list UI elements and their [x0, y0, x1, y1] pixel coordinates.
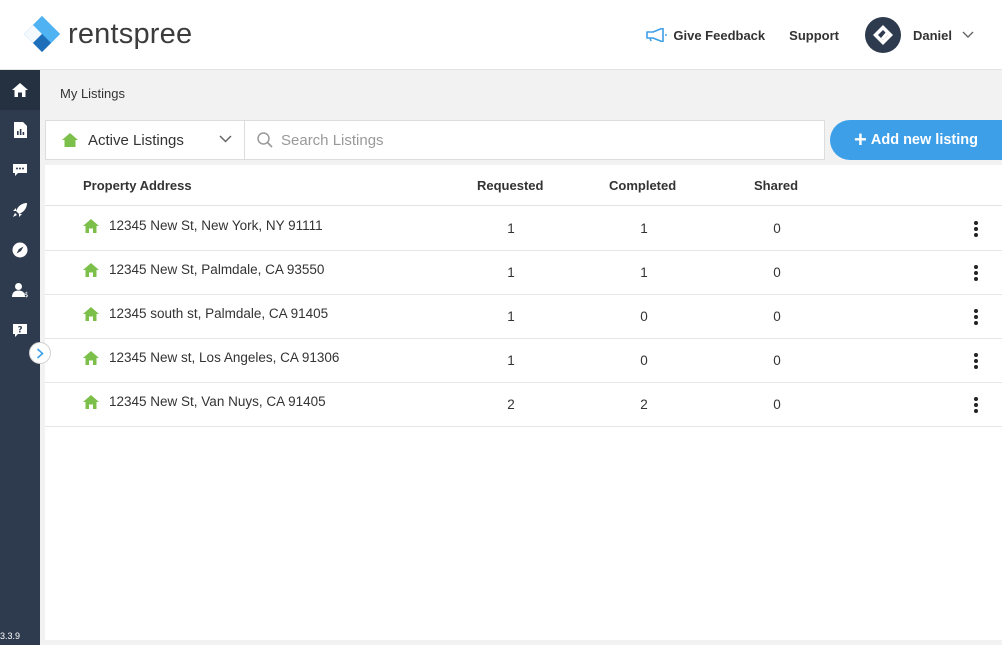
- chevron-down-icon: [219, 135, 232, 143]
- sidebar-item-boost[interactable]: [0, 190, 40, 230]
- property-address: 12345 New St, New York, NY 91111: [109, 218, 323, 233]
- home-icon: [12, 83, 28, 97]
- sidebar-item-agents[interactable]: $: [0, 270, 40, 310]
- completed-count: 1: [640, 221, 648, 236]
- column-header-completed[interactable]: Completed: [609, 178, 676, 193]
- property-address: 12345 New St, Van Nuys, CA 91405: [109, 394, 326, 409]
- give-feedback-label: Give Feedback: [673, 27, 766, 43]
- row-actions-menu-icon[interactable]: [972, 351, 980, 371]
- chat-icon: [13, 164, 27, 176]
- table-row[interactable]: 12345 New St, Palmdale, CA 93550 1 1 0: [45, 251, 1002, 295]
- completed-count: 0: [640, 353, 648, 368]
- listing-status-label: Active Listings: [88, 131, 184, 149]
- search-icon: [257, 132, 273, 148]
- column-header-shared[interactable]: Shared: [754, 178, 798, 193]
- property-address: 12345 New St, Palmdale, CA 93550: [109, 262, 325, 277]
- shared-count: 0: [773, 265, 781, 280]
- house-icon: [83, 394, 99, 409]
- listings-table: Property Address Requested Completed Sha…: [45, 165, 1002, 640]
- table-row[interactable]: 12345 New St, Van Nuys, CA 91405 2 2 0: [45, 383, 1002, 427]
- property-address-cell[interactable]: 12345 New St, New York, NY 91111: [83, 218, 323, 233]
- shared-count: 0: [773, 353, 781, 368]
- property-address: 12345 New st, Los Angeles, CA 91306: [109, 350, 340, 365]
- shared-count: 0: [773, 221, 781, 236]
- shared-count: 0: [773, 309, 781, 324]
- row-actions-menu-icon[interactable]: [972, 263, 980, 283]
- table-row[interactable]: 12345 New st, Los Angeles, CA 91306 1 0 0: [45, 339, 1002, 383]
- property-address-cell[interactable]: 12345 New St, Palmdale, CA 93550: [83, 262, 324, 277]
- agent-icon: $: [11, 283, 28, 298]
- plus-icon: +: [854, 127, 867, 152]
- report-icon: [13, 122, 27, 138]
- user-logo-icon: [872, 25, 893, 45]
- column-header-requested[interactable]: Requested: [477, 178, 543, 193]
- chevron-right-icon: [36, 347, 44, 359]
- property-address-cell[interactable]: 12345 south st, Palmdale, CA 91405: [83, 306, 328, 321]
- rocket-icon: [13, 203, 27, 217]
- svg-text:?: ?: [18, 325, 23, 335]
- house-icon: [83, 218, 99, 233]
- sidebar-item-messages[interactable]: [0, 150, 40, 190]
- breadcrumb: My Listings: [60, 86, 126, 101]
- app-version: 3.3.9: [0, 631, 21, 641]
- add-new-listing-button[interactable]: + Add new listing: [830, 120, 1002, 160]
- avatar: [864, 17, 901, 53]
- chevron-down-icon: [962, 31, 974, 38]
- add-new-listing-label: Add new listing: [870, 132, 978, 148]
- completed-count: 2: [640, 397, 648, 412]
- megaphone-icon: [646, 28, 668, 42]
- house-icon: [62, 133, 78, 147]
- top-header: rentspree Give Feedback Support Daniel: [0, 0, 1002, 70]
- row-actions-menu-icon[interactable]: [972, 307, 980, 327]
- listing-status-dropdown[interactable]: Active Listings: [45, 120, 245, 160]
- property-address-cell[interactable]: 12345 New st, Los Angeles, CA 91306: [83, 350, 339, 365]
- house-icon: [83, 350, 99, 365]
- completed-count: 0: [640, 309, 648, 324]
- sidebar-item-home[interactable]: [0, 70, 40, 110]
- requested-count: 1: [507, 353, 515, 368]
- house-icon: [83, 262, 99, 277]
- help-icon: ?: [13, 323, 27, 337]
- requested-count: 2: [507, 397, 515, 412]
- support-link[interactable]: Support: [789, 28, 839, 43]
- compass-icon: [12, 242, 28, 258]
- user-name: Daniel: [912, 27, 952, 43]
- table-row[interactable]: 12345 New St, New York, NY 91111 1 1 0: [45, 207, 1002, 251]
- column-header-address[interactable]: Property Address: [83, 178, 192, 193]
- requested-count: 1: [507, 221, 515, 236]
- property-address-cell[interactable]: 12345 New St, Van Nuys, CA 91405: [83, 394, 326, 409]
- user-menu[interactable]: Daniel: [864, 17, 974, 53]
- sidebar-expand-button[interactable]: [29, 342, 51, 364]
- rentspree-logo[interactable]: rentspree: [24, 16, 192, 52]
- property-address: 12345 south st, Palmdale, CA 91405: [109, 306, 329, 321]
- row-actions-menu-icon[interactable]: [972, 395, 980, 415]
- table-row[interactable]: 12345 south st, Palmdale, CA 91405 1 0 0: [45, 295, 1002, 339]
- search-box: [245, 120, 825, 160]
- sidebar-item-explore[interactable]: [0, 230, 40, 270]
- logo-mark-icon: [24, 16, 60, 52]
- svg-text:$: $: [24, 291, 28, 298]
- shared-count: 0: [773, 397, 781, 412]
- requested-count: 1: [507, 265, 515, 280]
- search-input[interactable]: [281, 131, 801, 149]
- requested-count: 1: [507, 309, 515, 324]
- house-icon: [83, 306, 99, 321]
- listings-toolbar: Active Listings + Add new listing: [45, 120, 1002, 160]
- logo-wordmark: rentspree: [68, 18, 193, 50]
- sidebar-item-reports[interactable]: [0, 110, 40, 150]
- row-actions-menu-icon[interactable]: [972, 219, 980, 239]
- give-feedback-link[interactable]: Give Feedback: [645, 28, 765, 43]
- table-header: Property Address Requested Completed Sha…: [45, 165, 1002, 206]
- completed-count: 1: [640, 265, 648, 280]
